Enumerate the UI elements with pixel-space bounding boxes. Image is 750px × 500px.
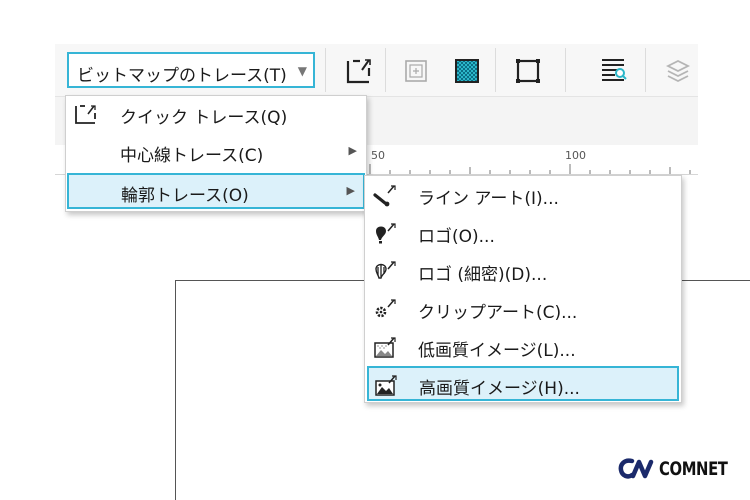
cut-crop-icon[interactable] (340, 54, 376, 88)
menu-item-label: 中心線トレース(C) (120, 146, 264, 166)
menu-item-quick-trace[interactable]: クイック トレース(Q) (67, 97, 365, 131)
toolbar-divider (645, 48, 646, 92)
menu-item-label: クリップアート(C)... (418, 303, 578, 323)
trace-bitmap-dropdown[interactable]: ビットマップのトレース(T) ▼ (67, 52, 315, 88)
menu-item-outline-trace[interactable]: 輪郭トレース(O) ▶ (67, 173, 365, 209)
high-quality-image-icon (374, 373, 398, 397)
line-art-icon (373, 183, 397, 207)
clipart-icon (373, 297, 397, 321)
comnet-logo-mark-icon (618, 458, 654, 479)
toolbar-divider (495, 48, 496, 92)
layers-icon[interactable] (660, 54, 696, 88)
menu-item-line-art[interactable]: ライン アート(I)... (366, 178, 680, 212)
trace-bitmap-dropdown-label: ビットマップのトレース(T) (77, 66, 287, 86)
menu-item-label: 高画質イメージ(H)... (419, 379, 580, 399)
menu-item-label: クイック トレース(Q) (120, 108, 288, 128)
outline-trace-submenu: ライン アート(I)... ロゴ(O)... ロゴ (細密)(D)... クリッ… (364, 175, 682, 403)
ruler-mark-100: 100 (565, 149, 586, 162)
align-text-icon[interactable] (595, 54, 631, 88)
menu-item-logo[interactable]: ロゴ(O)... (366, 216, 680, 250)
toolbar-divider (565, 48, 566, 92)
trace-toolbar: ビットマップのトレース(T) ▼ (55, 44, 698, 97)
bitmap-frame-icon[interactable] (398, 54, 434, 88)
checker-fill-icon[interactable] (449, 54, 485, 88)
menu-item-clipart[interactable]: クリップアート(C)... (366, 292, 680, 326)
menu-item-low-quality-image[interactable]: 低画質イメージ(L)... (366, 330, 680, 364)
submenu-arrow-icon: ▶ (346, 184, 355, 197)
brand-name: COMNET (659, 458, 728, 480)
quick-trace-icon (73, 102, 97, 126)
menu-item-centerline-trace[interactable]: 中心線トレース(C) ▶ (67, 135, 365, 169)
menu-item-label: ロゴ (細密)(D)... (418, 265, 548, 285)
chevron-down-icon: ▼ (297, 64, 307, 78)
toolbar-divider (385, 48, 386, 92)
toolbar-divider (325, 48, 326, 92)
trace-bitmap-menu: クイック トレース(Q) 中心線トレース(C) ▶ 輪郭トレース(O) ▶ (65, 95, 367, 212)
menu-item-high-quality-image[interactable]: 高画質イメージ(H)... (367, 366, 679, 401)
menu-item-label: ロゴ(O)... (418, 227, 495, 247)
submenu-arrow-icon: ▶ (348, 144, 357, 157)
logo-icon (373, 221, 397, 245)
menu-item-label: 低画質イメージ(L)... (418, 341, 576, 361)
menu-item-logo-detailed[interactable]: ロゴ (細密)(D)... (366, 254, 680, 288)
menu-item-label: ライン アート(I)... (418, 189, 559, 209)
frame-select-icon[interactable] (510, 54, 546, 88)
ruler-mark-50: 50 (371, 149, 385, 162)
logo-detail-icon (373, 259, 397, 283)
menu-item-label: 輪郭トレース(O) (121, 186, 249, 206)
low-quality-image-icon (373, 335, 397, 359)
